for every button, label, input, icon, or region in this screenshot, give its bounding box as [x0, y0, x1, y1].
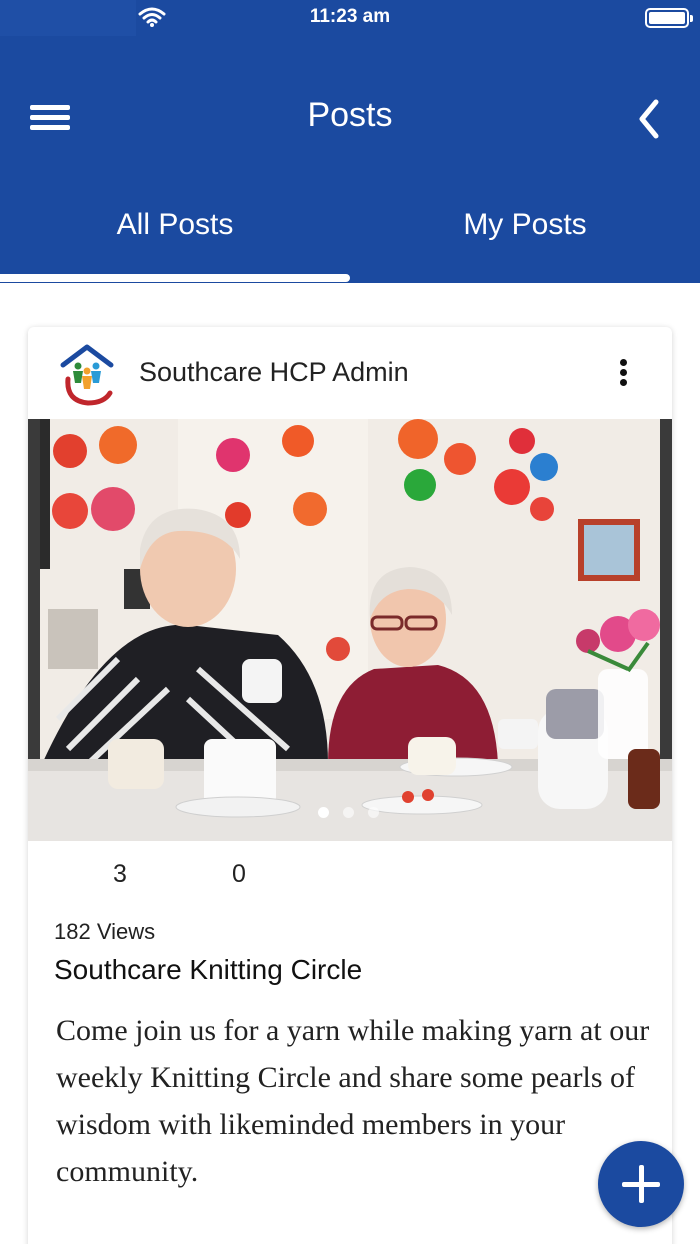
page-title: Posts: [307, 96, 393, 134]
status-time: 11:23 am: [309, 6, 391, 27]
app-header: 11:23 am Posts All Posts My Posts: [0, 0, 700, 283]
carousel-dot[interactable]: [343, 807, 354, 818]
carousel-dots[interactable]: [318, 805, 398, 819]
likes-count[interactable]: 3: [113, 860, 127, 889]
battery-icon: [645, 8, 693, 28]
post-body: Come join us for a yarn while making yar…: [56, 1014, 650, 1188]
active-tab-indicator: [0, 274, 350, 282]
back-chevron-icon[interactable]: [630, 96, 670, 142]
carousel-dot[interactable]: [318, 807, 329, 818]
comments-count[interactable]: 0: [232, 860, 246, 889]
add-post-button[interactable]: [598, 1141, 684, 1227]
tab-all-posts[interactable]: All Posts: [0, 208, 350, 242]
post-title: Southcare Knitting Circle: [54, 954, 363, 985]
more-vertical-icon[interactable]: [610, 357, 636, 393]
carousel-dot[interactable]: [368, 807, 379, 818]
tab-my-posts[interactable]: My Posts: [350, 208, 700, 242]
post-author[interactable]: Southcare HCP Admin: [139, 357, 409, 388]
status-bar: 11:23 am: [0, 0, 700, 36]
views-count: 182 Views: [54, 919, 156, 944]
post-image[interactable]: [28, 419, 672, 841]
post-card[interactable]: Southcare HCP Admin 3 0 182 Views Southc…: [28, 327, 672, 1244]
southcare-logo-icon: [60, 344, 114, 406]
